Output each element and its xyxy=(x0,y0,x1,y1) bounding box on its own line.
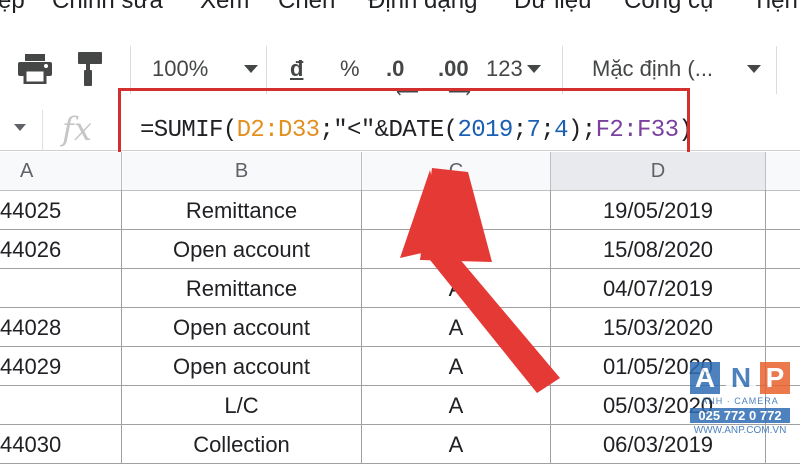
chevron-down-icon xyxy=(244,65,259,73)
cell-d[interactable]: 15/08/2020 xyxy=(551,229,766,268)
currency-button[interactable]: đ xyxy=(290,56,303,82)
font-select[interactable]: Mặc định (... xyxy=(592,56,762,82)
column-header-c[interactable]: C xyxy=(362,152,551,190)
chevron-down-icon xyxy=(747,65,762,73)
menu-extensions[interactable]: Tiện xyxy=(752,0,798,15)
cell-c[interactable]: A xyxy=(362,307,551,346)
cell-a[interactable] xyxy=(0,268,122,307)
cell-c[interactable]: A xyxy=(362,346,551,385)
cell-b[interactable]: Remittance xyxy=(122,190,362,229)
menu-insert[interactable]: Chèn xyxy=(278,0,335,15)
cell-c[interactable]: A xyxy=(362,385,551,424)
cell-c[interactable] xyxy=(362,229,551,268)
sheet-grid: 44025 Remittance 19/05/2019 44026 Open a… xyxy=(0,190,800,464)
number-format-label: 123 xyxy=(486,56,523,81)
menu-format[interactable]: Định dạng xyxy=(368,0,477,15)
cell-e[interactable] xyxy=(766,190,800,229)
number-format-select[interactable]: 123 xyxy=(486,56,541,82)
print-icon[interactable] xyxy=(18,54,52,84)
font-label: Mặc định (... xyxy=(592,56,714,81)
cell-c[interactable]: A xyxy=(362,424,551,463)
cell-a[interactable] xyxy=(0,385,122,424)
logo-letter: N xyxy=(726,362,756,394)
menu-view[interactable]: Xem xyxy=(200,0,249,15)
zoom-value: 100% xyxy=(152,56,209,81)
column-headers: A B C D xyxy=(0,152,800,191)
table-row: 44030 Collection A 06/03/2019 xyxy=(0,424,800,464)
logo-letter: A xyxy=(690,362,720,394)
increase-decimal-label: .00 xyxy=(438,56,469,81)
cell-d[interactable]: 19/05/2019 xyxy=(551,190,766,229)
menu-data[interactable]: Dữ liệu xyxy=(514,0,591,15)
logo-subtitle: ANH · CAMERA xyxy=(701,396,779,406)
formula-highlight-box xyxy=(118,88,690,156)
cell-a[interactable]: 44028 xyxy=(0,307,122,346)
column-header-a[interactable]: A xyxy=(0,152,122,190)
name-box-chevron-icon[interactable] xyxy=(14,124,26,131)
cell-e[interactable] xyxy=(766,268,800,307)
menu-tools[interactable]: Công cụ xyxy=(624,0,713,15)
cell-b[interactable]: Collection xyxy=(122,424,362,463)
column-header-b[interactable]: B xyxy=(122,152,362,190)
cell-b[interactable]: L/C xyxy=(122,385,362,424)
cell-a[interactable]: 44030 xyxy=(0,424,122,463)
cell-a[interactable]: 44029 xyxy=(0,346,122,385)
cell-b[interactable]: Remittance xyxy=(122,268,362,307)
cell-a[interactable]: 44026 xyxy=(0,229,122,268)
cell-b[interactable]: Open account xyxy=(122,307,362,346)
decrease-decimal-label: .0 xyxy=(386,56,405,81)
increase-decimal-button[interactable]: .00 xyxy=(438,56,469,82)
cell-c[interactable] xyxy=(362,190,551,229)
paint-format-icon[interactable] xyxy=(76,52,104,86)
table-row: Remittance A 04/07/2019 xyxy=(0,268,800,308)
column-header-d[interactable]: D xyxy=(551,152,766,190)
menu-edit[interactable]: Chỉnh sửa xyxy=(52,0,163,15)
cell-e[interactable] xyxy=(766,307,800,346)
logo-phone: 025 772 0 772 xyxy=(690,408,790,423)
table-row: 44025 Remittance 19/05/2019 xyxy=(0,190,800,230)
cell-b[interactable]: Open account xyxy=(122,346,362,385)
decrease-decimal-button[interactable]: .0 xyxy=(386,56,404,82)
table-row: 44026 Open account 15/08/2020 xyxy=(0,229,800,269)
cell-b[interactable]: Open account xyxy=(122,229,362,268)
anp-logo-watermark: A N P ANH · CAMERA 025 772 0 772 WWW.ANP… xyxy=(690,362,790,442)
menu-file[interactable]: ệp xyxy=(0,0,25,15)
percent-button[interactable]: % xyxy=(340,56,360,82)
column-header-e[interactable] xyxy=(766,152,800,190)
cell-e[interactable] xyxy=(766,229,800,268)
table-row: 44029 Open account A 01/05/2020 xyxy=(0,346,800,386)
chevron-down-icon xyxy=(526,65,541,73)
menu-bar: ệp Chỉnh sửa Xem Chèn Định dạng Dữ liệu … xyxy=(0,0,800,26)
cell-d[interactable]: 04/07/2019 xyxy=(551,268,766,307)
table-row: L/C A 05/03/2020 xyxy=(0,385,800,425)
fx-icon: fx xyxy=(62,110,92,148)
table-row: 44028 Open account A 15/03/2020 xyxy=(0,307,800,347)
cell-d[interactable]: 15/03/2020 xyxy=(551,307,766,346)
logo-letter: P xyxy=(760,362,790,394)
cell-a[interactable]: 44025 xyxy=(0,190,122,229)
zoom-select[interactable]: 100% xyxy=(152,56,259,82)
logo-url: WWW.ANP.COM.VN xyxy=(693,425,787,436)
cell-c[interactable]: A xyxy=(362,268,551,307)
